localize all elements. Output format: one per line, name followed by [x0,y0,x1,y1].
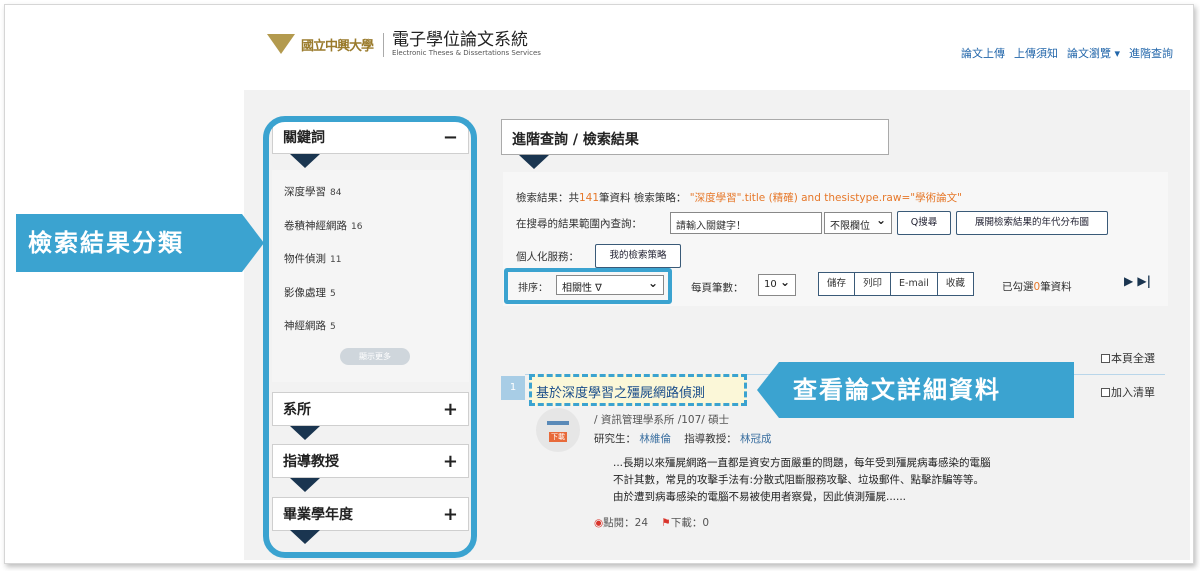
refine-label: 在搜尋的結果範圍內查詢： [516,218,642,230]
thesis-abstract: ...長期以來殭屍網路一直都是資安方面嚴重的問題，每年受到殭屍病毒感染的電腦 不… [613,455,1073,506]
select-all-checkbox[interactable]: 本頁全選 [1101,350,1155,366]
right-callout: 查看論文詳細資料 [757,362,1074,418]
download-label: 下載 [549,432,567,442]
university-emblem-icon [267,33,297,56]
downloads-count: 下載：0 [670,517,710,529]
abstract-line: ...長期以來殭屍網路一直都是資安方面嚴重的問題，每年受到殭屍病毒感染的電腦 [613,457,991,469]
download-bar [547,421,569,425]
left-callout: 檢索結果分類 [16,214,264,272]
save-button[interactable]: 儲存 [818,272,856,296]
sidebar-highlight-annotation [263,116,477,558]
researcher-label: 研究生： [594,433,636,445]
checkbox-icon[interactable] [1101,354,1110,363]
checked-prefix: 已勾選 [1002,281,1034,293]
email-button[interactable]: E-mail [891,272,938,296]
download-stat-icon: ⚑ [661,517,671,529]
logo-divider [383,32,385,57]
top-navigation: 論文上傳 上傳須知 論文瀏覽 ▾ 進階查詢 [961,45,1173,61]
select-all-label: 本頁全選 [1111,352,1155,365]
summary-prefix: 檢索結果：共 [516,192,579,204]
field-select[interactable]: 不限欄位 [824,212,892,234]
thesis-stats: ◉點閱：24 ⚑下載：0 [594,515,709,530]
personal-service-label: 個人化服務： [516,251,579,263]
per-page-label: 每頁筆數： [691,282,744,294]
print-button[interactable]: 列印 [855,272,892,296]
advisor-link[interactable]: 林冠成 [740,433,772,445]
add-list-label: 加入清單 [1111,386,1155,399]
advisor-label: 指導教授： [684,433,737,445]
refine-search-input[interactable]: 請輸入關鍵字！ [670,212,822,234]
search-strategy: "深度學習".title (精確) and thesistype.raw="學術… [689,192,962,204]
search-button[interactable]: Q搜尋 [897,211,951,235]
checked-count: 已勾選0筆資料 [1002,279,1072,294]
year-distribution-button[interactable]: 展開檢索結果的年代分布圖 [956,211,1108,235]
download-icon[interactable]: 下載 [536,408,580,452]
abstract-line: 不計其數，常見的攻擊手法有:分散式阻斷服務攻擊、垃圾郵件、點擊詐騙等等。 [613,474,985,486]
school-name: 國立中興大學 [301,39,374,54]
result-summary: 檢索結果：共141筆資料 檢索策略： "深度學習".title (精確) and… [516,190,962,205]
result-index: 1 [501,376,525,400]
per-page-select[interactable]: 10 [758,274,796,296]
system-subtitle: Electronic Theses & Dissertations Servic… [392,49,541,57]
result-count: 141 [579,192,600,204]
results-header: 進階查詢 / 檢索結果 [501,119,889,155]
nav-advanced-search[interactable]: 進階查詢 [1129,45,1173,61]
record-actions: 儲存 列印 E-mail 收藏 [818,272,974,296]
thesis-department: / 資訊管理學系所 /107/ 碩士 [594,414,730,426]
eye-icon: ◉ [594,517,604,529]
thesis-people: 研究生： 林維倫 指導教授： 林冠成 [594,431,772,446]
checkbox-icon[interactable] [1101,388,1110,397]
add-to-list-checkbox[interactable]: 加入清單 [1101,384,1155,400]
views-count: 點閱：24 [603,517,649,529]
results-header-pointer [519,155,549,169]
researcher-link[interactable]: 林維倫 [639,433,671,445]
sort-highlight-annotation [504,268,672,304]
site-logo[interactable]: 國立中興大學 電子學位論文系統 Electronic Theses & Diss… [267,31,541,58]
my-strategy-button[interactable]: 我的檢索策略 [595,244,681,268]
pagination-next-icon[interactable]: ▶ ▶| [1124,274,1151,288]
abstract-line: 由於遭到病毒感染的電腦不易被使用者察覺，因此偵測殭屍...... [613,491,907,503]
nav-upload-notes[interactable]: 上傳須知 [1014,45,1058,61]
nav-browse-dropdown[interactable]: 論文瀏覽 ▾ [1067,45,1120,61]
checked-suffix: 筆資料 [1040,281,1072,293]
nav-upload[interactable]: 論文上傳 [961,45,1005,61]
collect-button[interactable]: 收藏 [937,272,974,296]
system-title: 電子學位論文系統 [392,30,529,50]
summary-mid: 筆資料 檢索策略： [599,192,687,204]
thesis-title-link[interactable]: 基於深度學習之殭屍網路偵測 [529,374,747,406]
